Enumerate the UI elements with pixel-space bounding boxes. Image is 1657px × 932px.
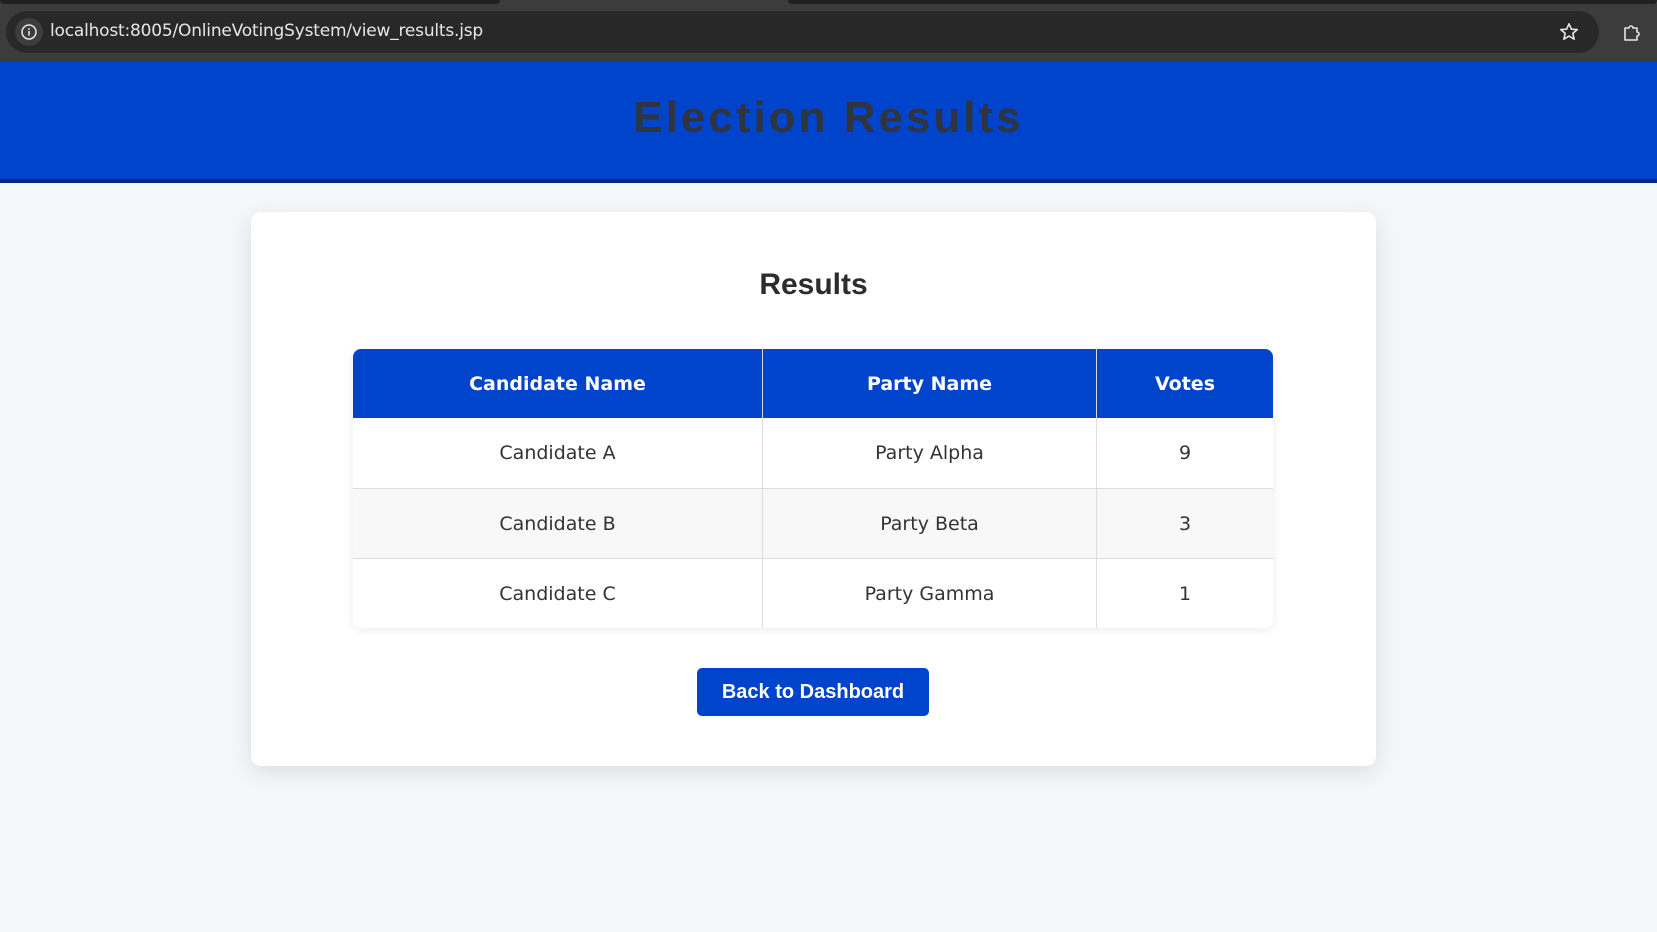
- extensions-icon[interactable]: [1620, 19, 1646, 45]
- back-to-dashboard-button[interactable]: Back to Dashboard: [697, 668, 929, 716]
- results-table: Candidate Name Party Name Votes Candidat…: [353, 349, 1273, 628]
- candidate-name-cell: Candidate A: [353, 418, 763, 488]
- browser-toolbar: localhost:8005/OnlineVotingSystem/view_r…: [0, 0, 1657, 62]
- address-bar[interactable]: localhost:8005/OnlineVotingSystem/view_r…: [6, 11, 1599, 53]
- page-header: Election Results: [0, 62, 1657, 183]
- page-title: Election Results: [633, 92, 1024, 142]
- candidate-name-cell: Candidate C: [353, 558, 763, 628]
- column-header-party: Party Name: [763, 349, 1097, 418]
- star-icon[interactable]: [1557, 20, 1581, 44]
- party-name-cell: Party Gamma: [763, 558, 1097, 628]
- browser-tab[interactable]: [0, 0, 500, 4]
- column-header-candidate: Candidate Name: [353, 349, 763, 418]
- votes-cell: 9: [1097, 418, 1273, 488]
- browser-tab[interactable]: [788, 0, 1657, 4]
- party-name-cell: Party Alpha: [763, 418, 1097, 488]
- results-card: Results Candidate Name Party Name Votes …: [251, 212, 1376, 766]
- card-title: Results: [759, 268, 868, 301]
- tab-strip: [0, 0, 1657, 10]
- url-text[interactable]: localhost:8005/OnlineVotingSystem/view_r…: [50, 21, 483, 41]
- party-name-cell: Party Beta: [763, 488, 1097, 558]
- info-icon[interactable]: [15, 18, 43, 46]
- candidate-name-cell: Candidate B: [353, 488, 763, 558]
- table-row: Candidate A Party Alpha 9: [353, 418, 1273, 488]
- column-header-votes: Votes: [1097, 349, 1273, 418]
- table-row: Candidate C Party Gamma 1: [353, 558, 1273, 628]
- votes-cell: 3: [1097, 488, 1273, 558]
- table-header-row: Candidate Name Party Name Votes: [353, 349, 1273, 418]
- table-row: Candidate B Party Beta 3: [353, 488, 1273, 558]
- votes-cell: 1: [1097, 558, 1273, 628]
